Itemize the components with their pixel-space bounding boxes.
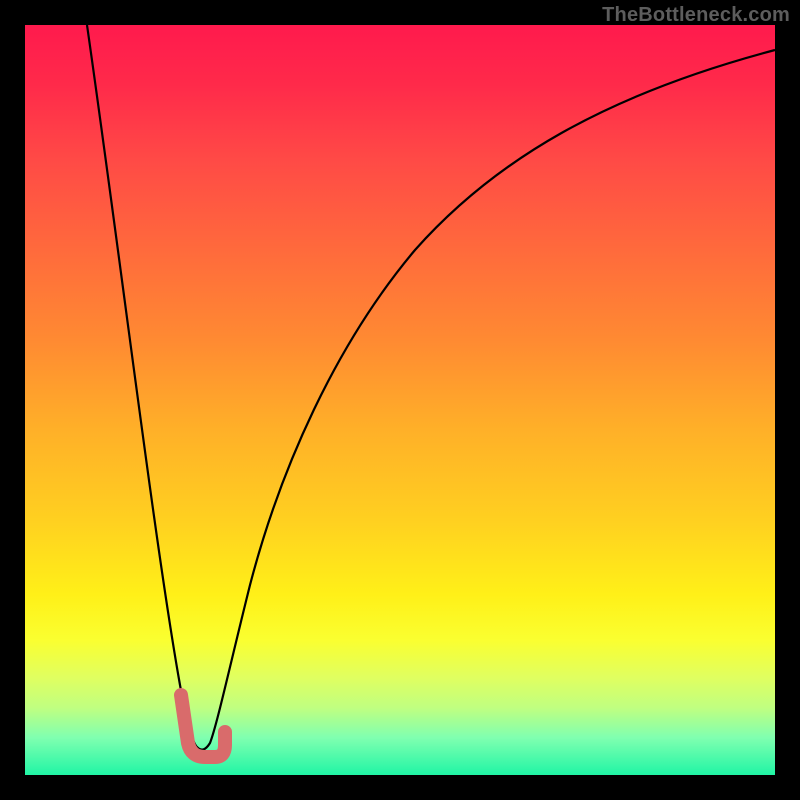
watermark-text: TheBottleneck.com <box>602 4 790 27</box>
notch-marker <box>181 695 225 757</box>
chart-plot-area <box>25 25 775 775</box>
bottleneck-curve-svg <box>25 25 775 775</box>
bottleneck-curve <box>87 25 775 750</box>
